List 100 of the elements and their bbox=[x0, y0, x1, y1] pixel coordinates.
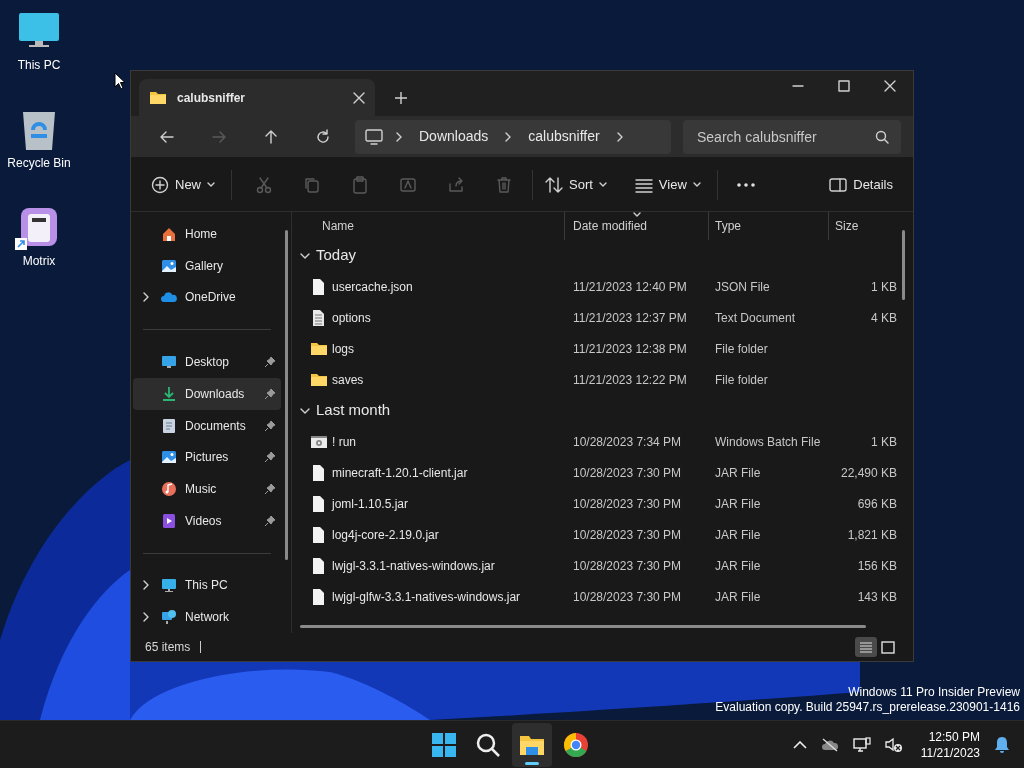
file-type: File folder bbox=[715, 341, 768, 356]
chevron-right-icon[interactable] bbox=[615, 131, 624, 142]
scrollbar-thumb[interactable] bbox=[902, 230, 905, 300]
share-icon[interactable] bbox=[447, 175, 465, 194]
sidebar-item[interactable]: Music bbox=[133, 473, 281, 505]
pin-icon bbox=[265, 452, 275, 463]
search-icon[interactable] bbox=[875, 129, 889, 144]
date-modified: 10/28/2023 7:30 PM bbox=[573, 589, 682, 604]
expand-chevron-icon[interactable] bbox=[143, 580, 149, 591]
more-options-icon[interactable] bbox=[736, 182, 755, 187]
file-name[interactable]: log4j-core-2.19.0.jar bbox=[332, 525, 439, 544]
breadcrumb[interactable]: Downloads bbox=[415, 126, 493, 147]
up-arrow-icon[interactable] bbox=[263, 128, 279, 145]
refresh-icon[interactable] bbox=[315, 128, 331, 145]
sidebar-item[interactable]: Documents bbox=[133, 409, 281, 442]
picture-icon bbox=[161, 257, 177, 274]
bell-icon[interactable] bbox=[994, 736, 1010, 754]
toolbar-button[interactable]: New bbox=[143, 167, 223, 202]
file-name[interactable]: minecraft-1.20.1-client.jar bbox=[332, 463, 468, 482]
windows-logo-icon bbox=[430, 731, 458, 759]
scrollbar-thumb[interactable] bbox=[284, 230, 288, 560]
sidebar-item[interactable]: OneDrive bbox=[133, 281, 281, 314]
square-icon bbox=[881, 640, 895, 654]
file-type: JAR File bbox=[715, 558, 761, 573]
tab[interactable]: calubsniffer bbox=[139, 79, 375, 116]
scissors-icon[interactable] bbox=[255, 175, 273, 194]
file-name[interactable]: logs bbox=[332, 339, 354, 358]
breadcrumb[interactable]: calubsniffer bbox=[524, 126, 604, 147]
file-type: Windows Batch File bbox=[715, 434, 821, 449]
trash-icon[interactable] bbox=[495, 175, 513, 194]
file-name[interactable]: usercache.json bbox=[332, 277, 413, 296]
pin-icon bbox=[265, 357, 275, 368]
column-header[interactable]: Type bbox=[708, 212, 828, 240]
chevron-icon bbox=[300, 252, 310, 259]
file-type: File folder bbox=[715, 372, 768, 387]
date-modified: 11/21/2023 12:40 PM bbox=[573, 279, 687, 294]
address-bar[interactable]: Downloads calubsniffer bbox=[355, 119, 671, 154]
file-type: JAR File bbox=[715, 496, 761, 511]
monitor-icon bbox=[161, 354, 177, 371]
file-size: 156 KB bbox=[857, 557, 897, 575]
sidebar-item[interactable]: This PC bbox=[133, 569, 281, 602]
sidebar-item[interactable]: Home bbox=[133, 218, 281, 250]
file-name[interactable]: lwjgl-3.3.1-natives-windows.jar bbox=[332, 556, 495, 575]
scrollbar-thumb[interactable] bbox=[300, 624, 866, 628]
file-name[interactable]: joml-1.10.5.jar bbox=[332, 494, 409, 513]
column-header[interactable]: Name bbox=[292, 212, 564, 240]
sidebar-item[interactable]: Desktop bbox=[133, 346, 281, 378]
mouse-pointer-icon bbox=[114, 72, 126, 90]
chevron-right-icon[interactable] bbox=[504, 131, 513, 142]
sidebar-item[interactable]: Videos bbox=[133, 504, 281, 537]
expand-chevron-icon[interactable] bbox=[143, 612, 149, 623]
desktop-icon-label[interactable]: Motrix bbox=[22, 254, 56, 269]
file-type: JAR File bbox=[715, 589, 761, 604]
toolbar-button[interactable]: View bbox=[626, 167, 709, 202]
clipboard-icon[interactable] bbox=[351, 175, 369, 194]
video-icon bbox=[161, 512, 177, 529]
item-count: 65 items bbox=[145, 639, 191, 656]
date-modified: 10/28/2023 7:30 PM bbox=[573, 558, 682, 573]
close-icon[interactable] bbox=[884, 80, 896, 92]
expand-chevron-icon[interactable] bbox=[143, 292, 149, 303]
view-toggle[interactable] bbox=[855, 637, 877, 657]
toolbar-button[interactable]: Details bbox=[821, 167, 901, 202]
network-monitor-icon[interactable] bbox=[852, 737, 871, 753]
maximize-icon[interactable] bbox=[838, 80, 850, 92]
caret-icon bbox=[692, 182, 701, 187]
plus-circle-icon bbox=[151, 175, 169, 194]
file-name[interactable]: saves bbox=[332, 370, 364, 389]
sidebar-item[interactable]: Network bbox=[133, 601, 281, 634]
search-field[interactable]: Search calubsniffer bbox=[683, 119, 901, 154]
group-header[interactable]: Last month bbox=[292, 395, 901, 426]
chevron-up-icon[interactable] bbox=[792, 741, 807, 749]
taskbar-app[interactable] bbox=[512, 723, 552, 767]
desktop-icon-label[interactable]: Recycle Bin bbox=[7, 156, 71, 171]
sidebar-item[interactable]: Downloads bbox=[133, 377, 281, 410]
monitor-icon[interactable] bbox=[365, 128, 383, 145]
document-icon bbox=[161, 417, 177, 434]
clock[interactable]: 12:50 PM 11/21/2023 bbox=[920, 729, 980, 761]
cloud-off-icon[interactable] bbox=[820, 738, 839, 752]
toolbar-button[interactable]: Sort bbox=[537, 167, 615, 202]
file-name[interactable]: options bbox=[332, 308, 371, 327]
monitor-icon bbox=[161, 577, 177, 594]
close-icon[interactable] bbox=[353, 91, 365, 104]
network-icon bbox=[161, 609, 177, 626]
file-name[interactable]: lwjgl-glfw-3.3.1-natives-windows.jar bbox=[332, 587, 521, 606]
desktop-icon-label[interactable]: This PC bbox=[17, 58, 61, 73]
rename-icon[interactable] bbox=[399, 175, 417, 194]
file-size: 143 KB bbox=[857, 588, 897, 606]
file-type: JAR File bbox=[715, 527, 761, 542]
speaker-muted-icon[interactable] bbox=[884, 737, 903, 753]
os-build-text: Evaluation copy. Build 25947.rs_prerelease.230901-1416 bbox=[715, 700, 1020, 715]
file-name[interactable]: ! run bbox=[332, 432, 356, 451]
plus-icon[interactable] bbox=[395, 92, 407, 104]
pin-icon bbox=[265, 420, 275, 431]
chevron-right-icon[interactable] bbox=[395, 131, 403, 142]
sidebar-item[interactable]: Pictures bbox=[133, 441, 281, 474]
sidebar-item[interactable]: Gallery bbox=[133, 249, 281, 282]
file-size: 1 KB bbox=[871, 433, 897, 451]
caret-icon bbox=[207, 182, 215, 187]
column-header[interactable]: Date modified bbox=[564, 212, 708, 240]
group-header[interactable]: Today bbox=[292, 240, 901, 271]
